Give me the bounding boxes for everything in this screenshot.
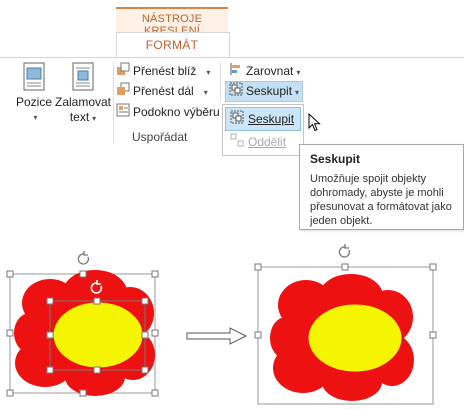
flower-center: [307, 303, 403, 373]
tooltip: Seskupit Umožňuje spojit objekty dohroma…: [299, 144, 464, 230]
flower-ungrouped: [6, 251, 159, 397]
align-icon: [229, 62, 243, 82]
menu-item-group[interactable]: Seskupit: [225, 107, 301, 131]
selection-pane-label: Podokno výběru: [133, 105, 220, 119]
group-dropdown-menu: Seskupit Oddělit: [222, 104, 304, 156]
flower-center: [52, 301, 144, 369]
group-icon: [230, 109, 244, 131]
group-button-label: Seskupit: [246, 84, 293, 99]
menu-item-group-label: Seskupit: [248, 112, 295, 126]
wrap-text-icon: [72, 62, 94, 91]
chevron-down-icon: ▾: [296, 68, 301, 77]
right-arrow-icon: [186, 327, 248, 345]
tooltip-body: Umožňuje spojit objekty dohromady, abyst…: [310, 173, 452, 227]
align-button[interactable]: Zarovnat ▾: [229, 61, 300, 81]
tab-format-label[interactable]: FORMÁT: [116, 38, 228, 52]
align-label: Zarovnat: [246, 64, 294, 78]
position-icon: [23, 62, 45, 91]
wrap-text-button[interactable]: Zalamovat text ▾: [54, 62, 112, 126]
chevron-down-icon: ▾: [33, 113, 38, 122]
wrap-text-label-2: text: [69, 110, 90, 124]
wrap-text-label-1: Zalamovat: [54, 95, 112, 109]
bring-forward-button[interactable]: Přenést blíž ▾: [116, 61, 210, 81]
group-icon: [229, 82, 243, 102]
mouse-cursor-icon: [308, 113, 321, 132]
ungroup-icon: [230, 132, 244, 154]
group-name-label: Uspořádat: [132, 130, 188, 144]
selection-pane-button[interactable]: Podokno výběru: [116, 102, 220, 122]
send-backward-icon: [116, 82, 130, 102]
group-dropdown-button[interactable]: Seskupit ▾: [225, 81, 304, 102]
send-backward-button[interactable]: Přenést dál ▾: [116, 81, 208, 101]
chevron-down-icon: ▾: [203, 88, 208, 97]
bring-forward-label: Přenést blíž: [133, 64, 197, 78]
menu-item-ungroup-label: Oddělit: [248, 135, 287, 149]
chevron-down-icon: ▾: [295, 88, 300, 98]
position-label: Pozice: [15, 95, 53, 109]
bring-forward-icon: [116, 62, 130, 82]
tooltip-title: Seskupit: [310, 152, 361, 166]
ribbon-separator: [113, 62, 114, 144]
chevron-down-icon: ▾: [206, 68, 211, 77]
selection-pane-icon: [116, 103, 130, 123]
ribbon-separator: [220, 62, 221, 102]
position-button[interactable]: Pozice ▾: [12, 62, 56, 125]
flower-grouped: [254, 244, 437, 405]
menu-item-ungroup[interactable]: Oddělit: [225, 131, 301, 153]
send-backward-label: Přenést dál: [133, 84, 194, 98]
chevron-down-icon: ▾: [92, 114, 97, 123]
